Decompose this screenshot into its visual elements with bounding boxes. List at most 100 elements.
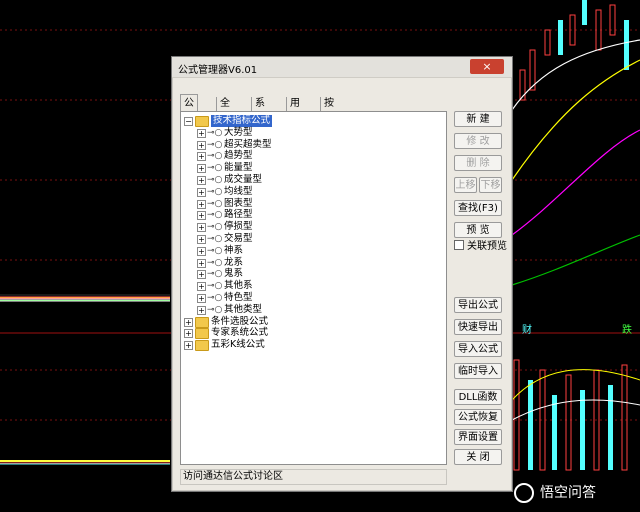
tree-item[interactable]: + ⊸○ 特色型 [181, 292, 446, 304]
expand-icon[interactable]: + [197, 258, 206, 268]
tree-item[interactable]: + ⊸○ 龙系 [181, 257, 446, 269]
edit-button[interactable]: 修 改 [454, 133, 502, 149]
import-formula-button[interactable]: 导入公式 [454, 341, 502, 357]
formula-key-icon: ⊸○ [207, 257, 223, 268]
move-up-button[interactable]: 上移 [454, 177, 477, 193]
expand-icon[interactable]: + [197, 270, 206, 280]
tree-item-label: 龙系 [224, 256, 244, 268]
collapse-icon[interactable]: − [184, 117, 193, 126]
tree-item[interactable]: + ⊸○ 鬼系 [181, 268, 446, 280]
chart-signal-right: 跌 [622, 325, 632, 336]
formula-key-icon: ⊸○ [207, 293, 223, 303]
tree-item[interactable]: + ⊸○ 能量型 [181, 162, 446, 174]
quick-export-button[interactable]: 快速导出 [454, 319, 502, 335]
tree-item[interactable]: + ⊸○ 停损型 [181, 221, 446, 233]
formula-tree[interactable]: − 技术指标公式 + ⊸○ 大势型 + ⊸○ 超买超卖型 + ⊸○ 趋势型 + ⊸○ 能量型 + ⊸○ 成交量型… [180, 111, 447, 465]
tree-item-label: 停损型 [224, 221, 253, 233]
folder-icon [195, 116, 209, 127]
tree-item[interactable]: + ⊸○ 交易型 [181, 233, 446, 245]
expand-icon[interactable]: + [197, 176, 206, 185]
tree-item[interactable]: + ⊸○ 均线型 [181, 186, 446, 198]
formula-key-icon: ⊸○ [207, 198, 223, 209]
tree-item-label: 鬼系 [224, 268, 244, 280]
tab-formula-group[interactable]: 公式组 [180, 94, 198, 143]
expand-icon[interactable]: + [197, 152, 206, 162]
move-down-button[interactable]: 下移 [479, 177, 502, 193]
tab-all[interactable]: 全部 [216, 97, 233, 123]
tree-item[interactable]: + ⊸○ 路径型 [181, 209, 446, 221]
tab-system[interactable]: 系统 [251, 97, 268, 123]
expand-icon[interactable]: + [184, 317, 193, 327]
formula-key-icon: ⊸○ [207, 281, 223, 292]
preview-button[interactable]: 预 览 [454, 222, 502, 238]
tree-item[interactable]: + ⊸○ 神系 [181, 245, 446, 257]
linked-preview-label: 关联预览 [467, 241, 507, 252]
folder-icon [195, 316, 209, 328]
folder-icon [195, 328, 209, 340]
linked-preview-checkbox[interactable]: 关联预览 [454, 240, 507, 253]
tree-item[interactable]: + ⊸○ 其他系 [181, 280, 446, 292]
expand-icon[interactable]: + [197, 223, 206, 233]
new-button[interactable]: 新 建 [454, 111, 502, 127]
tree-item-label: 趋势型 [224, 150, 253, 162]
tree-item-label: 神系 [224, 244, 244, 256]
expand-icon[interactable]: + [197, 294, 206, 303]
checkbox-box[interactable] [454, 240, 464, 250]
tab-user[interactable]: 用户 [286, 97, 303, 123]
right-candles [519, 0, 629, 101]
status-text[interactable]: 访问通达信公式讨论区 [183, 471, 283, 482]
tree-item[interactable]: − 技术指标公式 [181, 115, 446, 127]
expand-icon[interactable]: + [197, 235, 206, 244]
delete-button[interactable]: 删 除 [454, 155, 502, 171]
tree-item[interactable]: + ⊸○ 超买超卖型 [181, 139, 446, 151]
temp-import-button[interactable]: 临时导入 [454, 363, 502, 379]
tree-item[interactable]: + 专家系统公式 [181, 327, 446, 340]
watermark-text: 悟空问答 [540, 485, 596, 501]
expand-icon[interactable]: + [184, 329, 193, 339]
expand-icon[interactable]: + [197, 199, 206, 209]
formula-key-icon: ⊸○ [207, 175, 223, 185]
flat-price-candles [0, 294, 170, 302]
tree-item[interactable]: + ⊸○ 图表型 [181, 198, 446, 210]
find-button[interactable]: 查找(F3) [454, 200, 502, 216]
tree-item[interactable]: + ⊸○ 大势型 [181, 127, 446, 139]
expand-icon[interactable]: + [197, 282, 206, 292]
formula-restore-button[interactable]: 公式恢复 [454, 409, 502, 425]
formula-manager-dialog: 公式管理器V6.01 × 公式组 全部 系统 用户 按日期频度 −技术指标公式+… [171, 56, 513, 492]
ui-settings-button[interactable]: 界面设置 [454, 429, 502, 445]
expand-icon[interactable]: + [197, 305, 206, 315]
formula-key-icon: ⊸○ [207, 245, 223, 256]
tree-item[interactable]: + 条件选股公式 [181, 316, 446, 328]
folder-icon [195, 340, 209, 352]
tree-item-label: 图表型 [224, 197, 253, 209]
dll-function-button[interactable]: DLL函数 [454, 389, 502, 405]
tab-by-date-frequency[interactable]: 按日期频度 [320, 97, 337, 165]
tree-item-label: 路径型 [224, 209, 253, 221]
tree-item[interactable]: + 五彩K线公式 [181, 339, 446, 352]
expand-icon[interactable]: + [197, 128, 206, 138]
moving-average-lines [511, 39, 640, 286]
tree-item[interactable]: + ⊸○ 成交量型 [181, 174, 446, 186]
watermark: 悟空问答 [514, 480, 636, 506]
expand-icon[interactable]: + [197, 246, 206, 256]
formula-key-icon: ⊸○ [207, 222, 223, 233]
dialog-titlebar[interactable]: 公式管理器V6.01 × [172, 57, 512, 78]
formula-key-icon: ⊸○ [207, 234, 223, 244]
tree-item[interactable]: + ⊸○ 其他类型 [181, 304, 446, 316]
expand-icon[interactable]: + [184, 341, 193, 351]
tree-item-label: 大势型 [224, 126, 253, 138]
tree-item-label: 成交量型 [224, 174, 263, 185]
tree-item-label: 能量型 [224, 162, 253, 174]
export-formula-button[interactable]: 导出公式 [454, 297, 502, 313]
tree-item[interactable]: + ⊸○ 趋势型 [181, 150, 446, 162]
expand-icon[interactable]: + [197, 211, 206, 221]
tree-item-label: 条件选股公式 [211, 315, 269, 327]
formula-key-icon: ⊸○ [207, 139, 223, 150]
close-button[interactable]: 关 闭 [454, 449, 502, 465]
close-icon[interactable]: × [470, 59, 504, 74]
expand-icon[interactable]: + [197, 164, 206, 174]
formula-key-icon: ⊸○ [207, 304, 223, 315]
expand-icon[interactable]: + [197, 187, 206, 197]
expand-icon[interactable]: + [197, 140, 206, 150]
formula-key-icon: ⊸○ [207, 127, 223, 138]
